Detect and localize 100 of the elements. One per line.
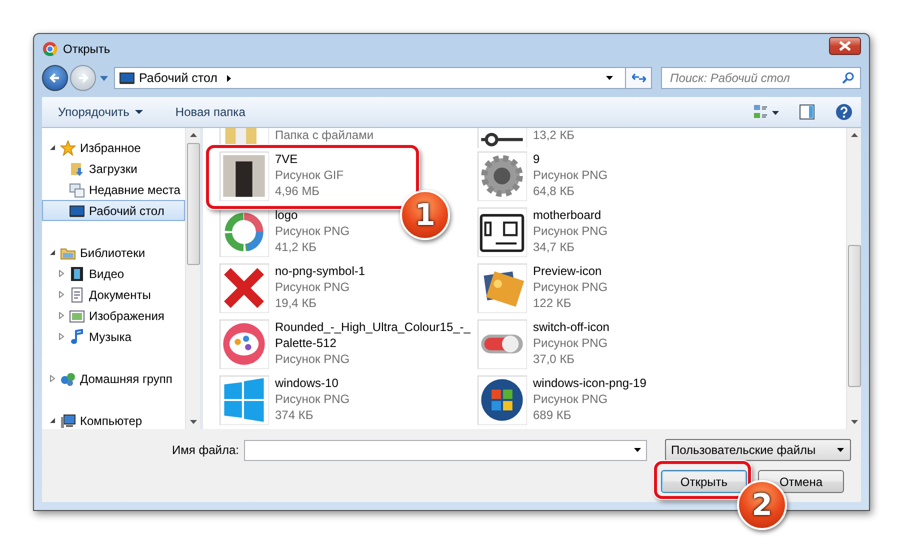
back-button[interactable]	[42, 65, 68, 91]
homegroup-icon	[60, 370, 76, 386]
app-logo-icon	[42, 40, 58, 56]
scrollbar[interactable]	[185, 128, 200, 429]
sidebar-item[interactable]: Музыка	[42, 326, 185, 347]
file-type: Рисунок PNG	[533, 391, 609, 407]
download-folder-icon	[69, 160, 85, 176]
file-name[interactable]: windows-icon-png-19	[533, 375, 646, 391]
search-icon[interactable]	[842, 72, 854, 84]
help-icon[interactable]	[835, 103, 853, 121]
sidebar-item[interactable]: Изображения	[42, 305, 185, 326]
expand-arrow-icon[interactable]	[58, 291, 65, 298]
file-size: 34,7 КБ	[533, 239, 576, 255]
file-type: Рисунок PNG	[533, 223, 608, 239]
file-size: 19,4 КБ	[275, 295, 318, 311]
file-size: 64,8 КБ	[533, 183, 576, 199]
sidebar-item[interactable]: Домашняя групп	[42, 368, 185, 389]
file-size: 122 КБ	[533, 295, 572, 311]
file-name[interactable]: switch-off-icon	[533, 319, 610, 335]
address-location[interactable]: Рабочий стол	[139, 71, 218, 85]
gear-thumbnail	[477, 151, 527, 201]
document-icon	[69, 286, 85, 302]
collapse-arrow-icon[interactable]	[49, 249, 56, 256]
right-arrow-icon	[77, 72, 89, 84]
file-type: Рисунок PNG	[533, 167, 608, 183]
sidebar-item[interactable]: Компьютер	[42, 410, 185, 429]
file-type: Рисунок PNG	[275, 279, 351, 295]
collapse-arrow-icon[interactable]	[49, 417, 56, 424]
music-note-icon	[69, 328, 85, 344]
cancel-button[interactable]: Отмена	[758, 470, 844, 493]
sidebar-item[interactable]: Рабочий стол	[42, 200, 185, 221]
computer-icon	[60, 412, 76, 428]
sidebar-item[interactable]: Недавние места	[42, 179, 185, 200]
scroll-up-arrow-icon[interactable]	[190, 133, 196, 137]
circuit-board-thumbnail	[477, 207, 527, 257]
circular-arrows-thumbnail	[219, 207, 269, 257]
sidebar-item[interactable]: Избранное	[42, 137, 185, 158]
preview-pane-icon[interactable]	[799, 104, 815, 120]
file-name[interactable]: 9	[533, 151, 608, 167]
expand-arrow-icon[interactable]	[58, 270, 65, 277]
sidebar-item[interactable]: Документы	[42, 284, 185, 305]
picture-icon	[69, 308, 85, 324]
close-button[interactable]	[829, 36, 861, 54]
organize-menu-button[interactable]: Упорядочить	[52, 101, 150, 123]
file-name[interactable]: Rounded_-_High_Ultra_Colour15_-_ Palette-512	[275, 319, 470, 351]
file-name[interactable]: 7VE	[275, 151, 344, 167]
scroll-down-arrow-icon[interactable]	[850, 420, 858, 424]
open-button[interactable]: Открыть	[661, 470, 747, 493]
film-icon	[69, 266, 85, 282]
refresh-arrows-icon	[632, 72, 646, 84]
file-name[interactable]: no-png-symbol-1	[275, 263, 366, 279]
file-type: Рисунок PNG	[275, 391, 350, 407]
file-size: 4,96 МБ	[275, 183, 321, 199]
refresh-button[interactable]	[625, 68, 651, 88]
breadcrumb-arrow-icon[interactable]	[227, 74, 232, 82]
file-type: Рисунок PNG	[275, 351, 351, 367]
desktop-icon	[69, 202, 85, 218]
file-type-dropdown[interactable]: Пользовательские файлы	[664, 439, 851, 461]
expand-arrow-icon[interactable]	[58, 312, 65, 319]
file-type: Рисунок PNG	[533, 335, 609, 351]
dropdown-caret-icon[interactable]	[634, 448, 641, 452]
sidebar-item[interactable]: Видео	[42, 263, 185, 284]
window-tiles-thumbnail	[219, 375, 269, 425]
scroll-down-arrow-icon[interactable]	[190, 420, 196, 424]
file-size: 689 КБ	[533, 407, 572, 423]
sidebar-item[interactable]: Загрузки	[42, 158, 185, 179]
view-options-icon[interactable]	[753, 104, 779, 120]
file-type: Рисунок PNG	[275, 223, 350, 239]
desktop-icon	[119, 70, 135, 86]
dropdown-caret-icon[interactable]	[836, 448, 844, 452]
dropdown-caret-icon[interactable]	[606, 76, 613, 80]
sidebar-item[interactable]: Библиотеки	[42, 242, 185, 263]
file-size: 37,0 КБ	[533, 351, 576, 367]
search-box[interactable]: Поиск: Рабочий стол	[661, 67, 861, 89]
palette-thumbnail	[219, 319, 269, 369]
close-icon	[839, 40, 851, 50]
file-type: Рисунок GIF	[275, 167, 344, 183]
file-type: Рисунок PNG	[533, 279, 608, 295]
star-icon	[60, 140, 76, 156]
photo-placeholder	[219, 151, 269, 201]
expand-arrow-icon[interactable]	[58, 333, 65, 340]
file-size: 41,2 КБ	[275, 239, 318, 255]
file-size: 374 КБ	[275, 407, 314, 423]
new-folder-button[interactable]: Новая папка	[169, 101, 252, 123]
recent-places-icon	[69, 182, 85, 198]
address-bar[interactable]: Рабочий стол	[114, 67, 652, 89]
file-type: Папка с файлами	[275, 128, 374, 142]
picture-thumbnail	[477, 263, 527, 313]
file-name-field[interactable]	[244, 440, 647, 460]
file-name[interactable]: windows-10	[275, 375, 350, 391]
file-name[interactable]: motherboard	[533, 207, 608, 223]
file-size: 13,2 КБ	[533, 128, 575, 142]
collapse-arrow-icon[interactable]	[49, 144, 56, 151]
flag-orb-thumbnail	[477, 375, 527, 425]
file-name[interactable]: logo	[275, 207, 350, 223]
left-arrow-icon	[49, 72, 61, 84]
expand-arrow-icon[interactable]	[49, 375, 56, 382]
file-name[interactable]: Preview-icon	[533, 263, 608, 279]
scrollbar[interactable]	[846, 128, 861, 429]
scroll-up-arrow-icon[interactable]	[850, 133, 858, 137]
